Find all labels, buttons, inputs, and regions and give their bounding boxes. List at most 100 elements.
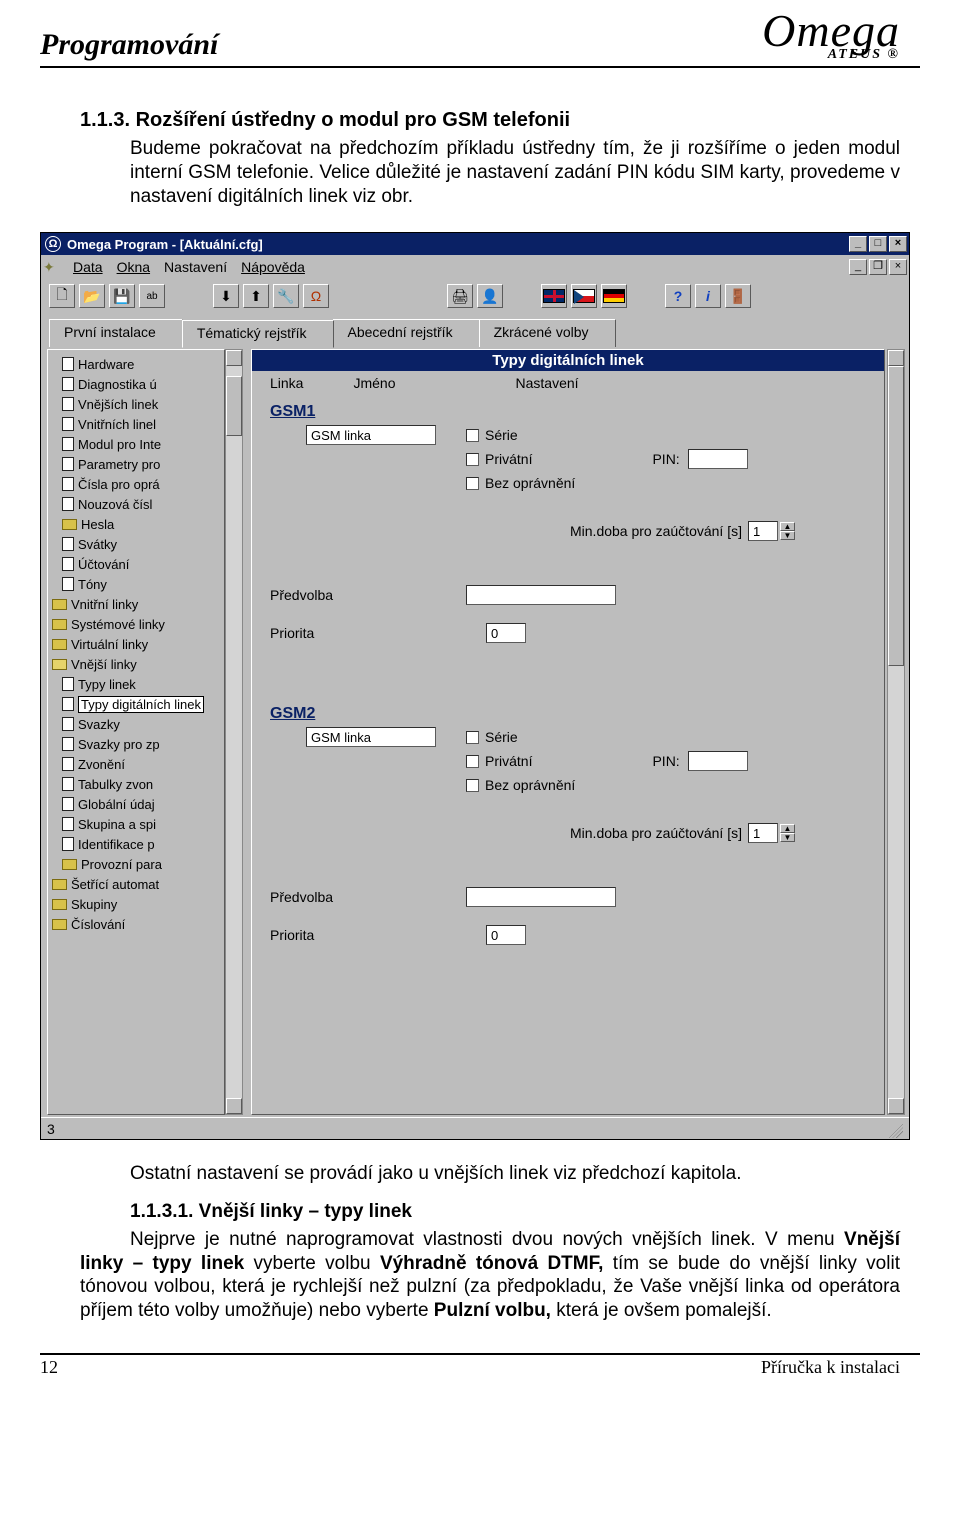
gsm2-pin-input[interactable]	[688, 751, 748, 771]
tree-item[interactable]: Nouzová čísl	[52, 494, 224, 514]
flag-de-icon[interactable]	[601, 284, 627, 308]
scroll-down-icon[interactable]	[888, 1098, 904, 1114]
tree-item[interactable]: Tabulky zvon	[52, 774, 224, 794]
user-icon[interactable]: 👤	[477, 284, 503, 308]
tree-item[interactable]: Hardware	[52, 354, 224, 374]
tree-item[interactable]: Diagnostika ú	[52, 374, 224, 394]
tree-item[interactable]: Svazky pro zp	[52, 734, 224, 754]
scroll-up-icon[interactable]	[226, 350, 242, 366]
app-window: Ω Omega Program - [Aktuální.cfg] _ □ × ✦…	[40, 232, 910, 1140]
close-button[interactable]: ×	[889, 236, 907, 252]
scroll-up-icon[interactable]	[888, 350, 904, 366]
tree-item[interactable]: Parametry pro	[52, 454, 224, 474]
tab-zkracene-volby[interactable]: Zkrácené volby	[479, 319, 616, 347]
tree-item[interactable]: Vnějších linek	[52, 394, 224, 414]
gsm1-mindoba-input[interactable]	[748, 521, 778, 541]
tree-item[interactable]: Hesla	[52, 514, 224, 534]
predvolba-label: Předvolba	[270, 587, 466, 603]
gsm2-mindoba-spinner[interactable]: ▲▼	[780, 824, 795, 842]
tree-item[interactable]: Tóny	[52, 574, 224, 594]
flag-uk-icon[interactable]	[541, 284, 567, 308]
scroll-thumb[interactable]	[888, 366, 904, 666]
print-icon[interactable]: 🖨	[447, 284, 473, 308]
app-icon: Ω	[45, 236, 61, 252]
tab-abecedni-rejstrik[interactable]: Abecední rejstřík	[333, 319, 480, 347]
menu-nastaveni[interactable]: Nastavení	[164, 259, 227, 275]
gsm2-bezop-checkbox[interactable]	[466, 779, 479, 792]
menu-napoveda[interactable]: Nápověda	[241, 259, 305, 275]
panel-title: Typy digitálních linek	[252, 350, 884, 371]
info-icon[interactable]: i	[695, 284, 721, 308]
group-gsm2: GSM2	[270, 705, 874, 723]
tree-item[interactable]: Identifikace p	[52, 834, 224, 854]
tree-item[interactable]: Globální údaj	[52, 794, 224, 814]
exit-icon[interactable]: 🚪	[725, 284, 751, 308]
tree-item[interactable]: Typy linek	[52, 674, 224, 694]
tree-view[interactable]: Hardware Diagnostika ú Vnějších linek Vn…	[47, 349, 225, 1115]
mdi-close-button[interactable]: ×	[889, 259, 907, 275]
gsm2-name-input[interactable]	[306, 727, 436, 747]
gsm1-pin-input[interactable]	[688, 449, 748, 469]
titlebar[interactable]: Ω Omega Program - [Aktuální.cfg] _ □ ×	[41, 233, 909, 255]
open-icon[interactable]: 📂	[79, 284, 105, 308]
tree-item[interactable]: Provozní para	[52, 854, 224, 874]
tree-item[interactable]: Systémové linky	[52, 614, 224, 634]
tree-item[interactable]: Skupina a spi	[52, 814, 224, 834]
gsm1-privatni-checkbox[interactable]	[466, 453, 479, 466]
tree-item[interactable]: Vnější linky	[52, 654, 224, 674]
menu-data[interactable]: Data	[73, 259, 103, 275]
tree-item-selected[interactable]: Typy digitálních linek	[52, 694, 224, 714]
tree-item[interactable]: Vnitřních linel	[52, 414, 224, 434]
tab-tematicky-rejstrik[interactable]: Tématický rejstřík	[182, 320, 334, 348]
tree-item[interactable]: Účtování	[52, 554, 224, 574]
gsm2-serie-checkbox[interactable]	[466, 731, 479, 744]
menu-okna[interactable]: Okna	[117, 259, 150, 275]
tab-prvni-instalace[interactable]: První instalace	[49, 319, 183, 347]
tree-item[interactable]: Svátky	[52, 534, 224, 554]
gsm1-predvolba-input[interactable]	[466, 585, 616, 605]
minimize-button[interactable]: _	[849, 236, 867, 252]
maximize-button[interactable]: □	[869, 236, 887, 252]
mdi-minimize-button[interactable]: _	[849, 259, 867, 275]
save-icon[interactable]: 💾	[109, 284, 135, 308]
gsm1-priorita-input[interactable]	[486, 623, 526, 643]
tree-item[interactable]: Šetřící automat	[52, 874, 224, 894]
tree-item[interactable]: Svazky	[52, 714, 224, 734]
download-icon[interactable]: ⬇	[213, 284, 239, 308]
new-icon[interactable]: 🗋	[49, 284, 75, 308]
tree-item[interactable]: Zvonění	[52, 754, 224, 774]
pin-label: PIN:	[652, 451, 679, 467]
help-icon[interactable]: ?	[665, 284, 691, 308]
privatni-label: Privátní	[485, 451, 532, 467]
tree-scrollbar[interactable]	[225, 349, 243, 1115]
gsm2-priorita-input[interactable]	[486, 925, 526, 945]
saveas-icon[interactable]: ab	[139, 284, 165, 308]
tree-item[interactable]: Skupiny	[52, 894, 224, 914]
tree-item[interactable]: Číslování	[52, 914, 224, 934]
flag-cz-icon[interactable]	[571, 284, 597, 308]
gsm2-predvolba-input[interactable]	[466, 887, 616, 907]
priorita-label: Priorita	[270, 625, 486, 641]
gsm1-mindoba-spinner[interactable]: ▲▼	[780, 522, 795, 540]
page-number: 12	[40, 1357, 58, 1378]
gsm1-bezop-checkbox[interactable]	[466, 477, 479, 490]
tree-item[interactable]: Virtuální linky	[52, 634, 224, 654]
panel-scrollbar[interactable]	[887, 349, 905, 1115]
tree-item[interactable]: Modul pro Inte	[52, 434, 224, 454]
gsm2-mindoba-input[interactable]	[748, 823, 778, 843]
tree-item[interactable]: Čísla pro oprá	[52, 474, 224, 494]
gsm1-serie-checkbox[interactable]	[466, 429, 479, 442]
window-title: Omega Program - [Aktuální.cfg]	[67, 237, 263, 252]
resize-grip-icon[interactable]	[885, 1120, 903, 1138]
tree-item[interactable]: Vnitřní linky	[52, 594, 224, 614]
omega-icon[interactable]: Ω	[303, 284, 329, 308]
gsm1-name-input[interactable]	[306, 425, 436, 445]
gsm2-privatni-checkbox[interactable]	[466, 755, 479, 768]
mdi-restore-button[interactable]: ❐	[869, 259, 887, 275]
footer-divider	[40, 1353, 920, 1355]
scroll-down-icon[interactable]	[226, 1098, 242, 1114]
column-headers: Linka Jméno Nastavení	[252, 371, 884, 393]
upload-icon[interactable]: ⬆	[243, 284, 269, 308]
scroll-thumb[interactable]	[226, 376, 242, 436]
tool-icon[interactable]: 🔧	[273, 284, 299, 308]
